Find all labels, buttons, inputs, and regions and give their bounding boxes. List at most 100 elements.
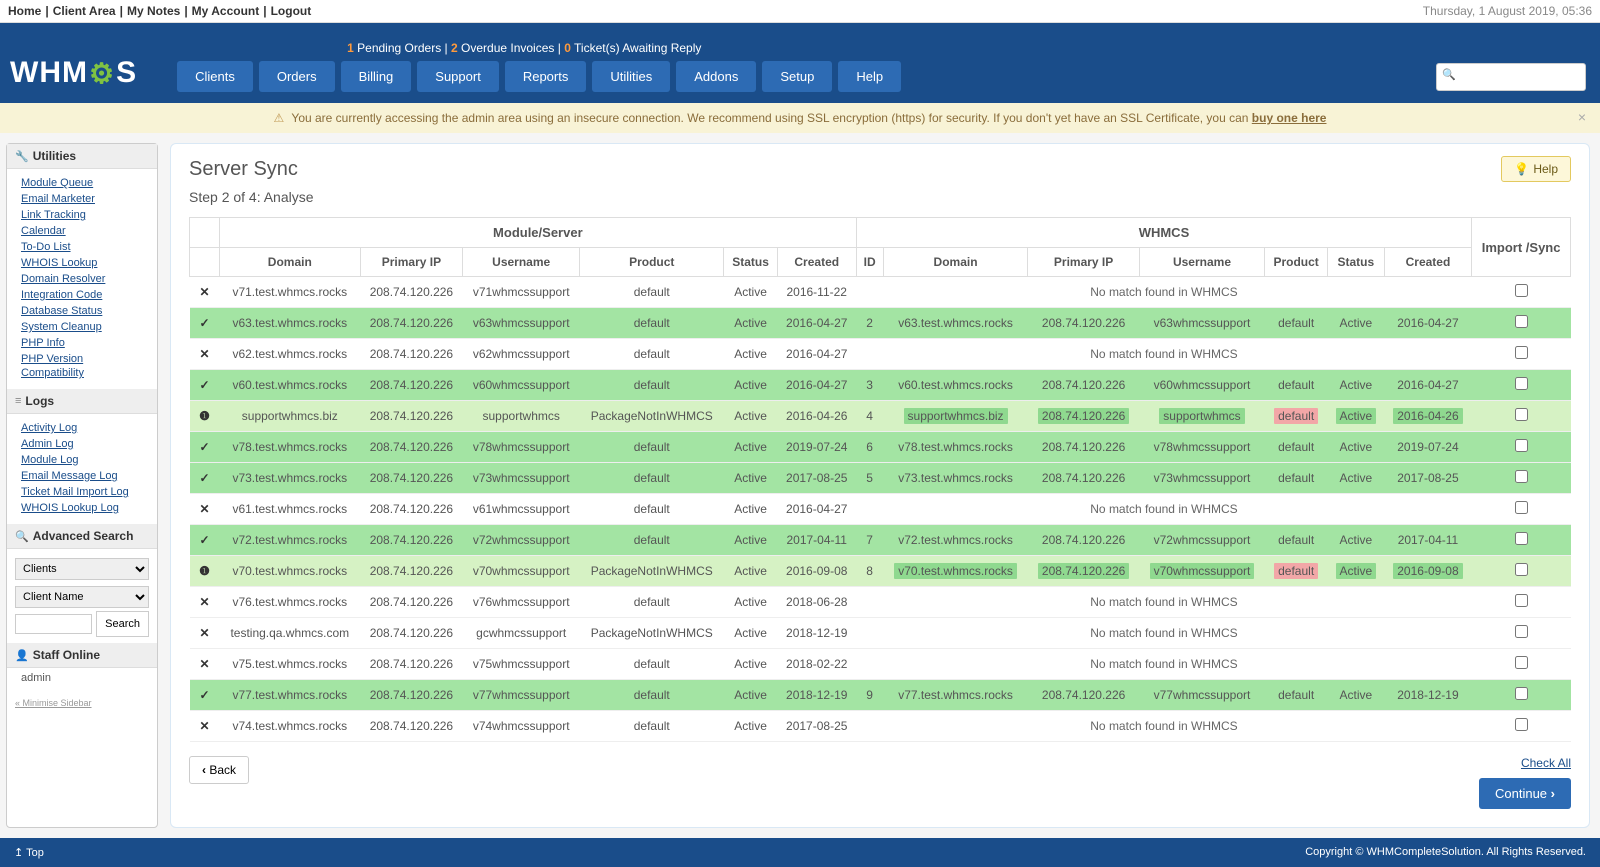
row-checkbox[interactable] <box>1515 656 1528 669</box>
cell-created: 2018-02-22 <box>777 649 856 680</box>
cell-rdomain: v60.test.whmcs.rocks <box>883 370 1028 401</box>
row-checkbox[interactable] <box>1515 470 1528 483</box>
sidebar-util-php-version-compatibility[interactable]: PHP Version Compatibility <box>21 353 84 379</box>
pending-orders-label[interactable]: Pending Orders <box>357 41 441 55</box>
sidebar-log-whois-lookup-log[interactable]: WHOIS Lookup Log <box>21 502 119 514</box>
sidebar-util-whois-lookup[interactable]: WHOIS Lookup <box>21 257 97 269</box>
sidebar-util-link-tracking[interactable]: Link Tracking <box>21 209 86 221</box>
topbar-link-home[interactable]: Home <box>8 4 41 18</box>
row-checkbox[interactable] <box>1515 501 1528 514</box>
row-checkbox[interactable] <box>1515 594 1528 607</box>
nav-setup[interactable]: Setup <box>762 61 832 92</box>
back-button[interactable]: Back <box>189 756 249 784</box>
cell-id: 8 <box>856 556 883 587</box>
nav-clients[interactable]: Clients <box>177 61 253 92</box>
sidebar-log-activity-log[interactable]: Activity Log <box>21 422 77 434</box>
cell-rcreated: 2018-12-19 <box>1384 680 1472 711</box>
cell-product: default <box>580 277 724 308</box>
cell-rproduct: default <box>1265 401 1328 432</box>
adv-search-input[interactable] <box>15 614 92 634</box>
overdue-invoices-label[interactable]: Overdue Invoices <box>461 41 554 55</box>
adv-search-button[interactable]: Search <box>96 611 149 637</box>
topbar-link-client-area[interactable]: Client Area <box>53 4 116 18</box>
sidebar-log-email-message-log[interactable]: Email Message Log <box>21 470 118 482</box>
row-checkbox[interactable] <box>1515 315 1528 328</box>
adv-select-type[interactable]: Clients <box>15 558 149 580</box>
continue-button[interactable]: Continue <box>1479 778 1571 809</box>
cell-ip: 208.74.120.226 <box>360 432 463 463</box>
nav-orders[interactable]: Orders <box>259 61 335 92</box>
row-checkbox[interactable] <box>1515 439 1528 452</box>
cell-product: default <box>580 370 724 401</box>
nav-support[interactable]: Support <box>417 61 499 92</box>
user-icon: 👤 <box>15 649 29 662</box>
sidebar-util-system-cleanup[interactable]: System Cleanup <box>21 321 102 333</box>
footer-top[interactable]: Top <box>14 846 44 859</box>
cell-nomatch: No match found in WHMCS <box>856 587 1472 618</box>
tickets-label[interactable]: Ticket(s) Awaiting Reply <box>574 41 701 55</box>
sidebar-util-php-info[interactable]: PHP Info <box>21 337 65 349</box>
sidebar-log-ticket-mail-import-log[interactable]: Ticket Mail Import Log <box>21 486 129 498</box>
col-import: Import /Sync <box>1472 218 1571 277</box>
row-checkbox[interactable] <box>1515 284 1528 297</box>
cell-username: v76whmcssupport <box>463 587 580 618</box>
logo[interactable]: WHM⚙S <box>10 56 137 90</box>
cell-domain: v62.test.whmcs.rocks <box>220 339 361 370</box>
topbar-link-my-account[interactable]: My Account <box>192 4 260 18</box>
nav-utilities[interactable]: Utilities <box>592 61 670 92</box>
cell-username: supportwhmcs <box>463 401 580 432</box>
cell-product: default <box>580 525 724 556</box>
cell-rstatus: Active <box>1328 463 1385 494</box>
nav-addons[interactable]: Addons <box>676 61 756 92</box>
check-all-link[interactable]: Check All <box>1479 756 1571 770</box>
cell-rstatus: Active <box>1328 370 1385 401</box>
sidebar-util-email-marketer[interactable]: Email Marketer <box>21 193 95 205</box>
cell-rproduct: default <box>1265 432 1328 463</box>
topbar-links: Home|Client Area|My Notes|My Account|Log… <box>8 4 311 18</box>
nav-help[interactable]: Help <box>838 61 901 92</box>
sidebar-utilities-list: Module Queue Email Marketer Link Tracking C… <box>7 169 157 389</box>
row-checkbox[interactable] <box>1515 408 1528 421</box>
cell-created: 2016-11-22 <box>777 277 856 308</box>
cell-domain: v77.test.whmcs.rocks <box>220 680 361 711</box>
row-checkbox[interactable] <box>1515 346 1528 359</box>
cell-status: Active <box>724 649 777 680</box>
row-checkbox[interactable] <box>1515 532 1528 545</box>
cell-ruser: v72whmcssupport <box>1139 525 1265 556</box>
warning-link[interactable]: buy one here <box>1252 111 1327 125</box>
row-checkbox[interactable] <box>1515 563 1528 576</box>
sidebar-util-domain-resolver[interactable]: Domain Resolver <box>21 273 105 285</box>
nav-reports[interactable]: Reports <box>505 61 587 92</box>
cell-domain: testing.qa.whmcs.com <box>220 618 361 649</box>
topbar-link-my-notes[interactable]: My Notes <box>127 4 180 18</box>
close-icon[interactable]: × <box>1578 109 1586 125</box>
cell-product: default <box>580 339 724 370</box>
row-checkbox[interactable] <box>1515 718 1528 731</box>
sidebar-util-calendar[interactable]: Calendar <box>21 225 66 237</box>
row-checkbox[interactable] <box>1515 377 1528 390</box>
sidebar-util-to-do-list[interactable]: To-Do List <box>21 241 71 253</box>
search-input[interactable] <box>1436 63 1586 91</box>
minimise-sidebar[interactable]: « Minimise Sidebar <box>7 692 157 714</box>
cell-ip: 208.74.120.226 <box>360 401 463 432</box>
tickets-count: 0 <box>564 41 571 55</box>
col-group-module: Module/Server <box>220 218 857 248</box>
row-status-icon: ✓ <box>190 463 220 494</box>
adv-select-field[interactable]: Client Name <box>15 586 149 608</box>
row-checkbox[interactable] <box>1515 687 1528 700</box>
sidebar-log-module-log[interactable]: Module Log <box>21 454 79 466</box>
sidebar-util-module-queue[interactable]: Module Queue <box>21 177 93 189</box>
staff-user: admin <box>7 668 157 692</box>
help-button[interactable]: 💡Help <box>1501 156 1571 182</box>
sidebar-util-database-status[interactable]: Database Status <box>21 305 102 317</box>
cell-rdomain: v63.test.whmcs.rocks <box>883 308 1028 339</box>
cell-id: 5 <box>856 463 883 494</box>
row-checkbox[interactable] <box>1515 625 1528 638</box>
cell-domain: v72.test.whmcs.rocks <box>220 525 361 556</box>
nav-billing[interactable]: Billing <box>341 61 412 92</box>
cell-product: PackageNotInWHMCS <box>580 401 724 432</box>
sidebar-log-admin-log[interactable]: Admin Log <box>21 438 74 450</box>
cell-rstatus: Active <box>1328 680 1385 711</box>
topbar-link-logout[interactable]: Logout <box>271 4 312 18</box>
sidebar-util-integration-code[interactable]: Integration Code <box>21 289 102 301</box>
